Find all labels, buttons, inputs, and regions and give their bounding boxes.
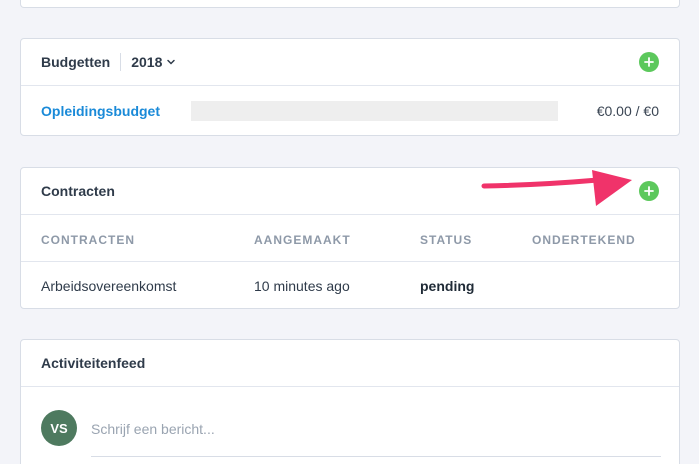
contract-created: 10 minutes ago: [254, 278, 350, 294]
previous-card: [20, 0, 680, 8]
feed-title: Activiteitenfeed: [41, 355, 146, 371]
budgets-card: Budgetten 2018 Opleidingsbudget €0.00 / …: [20, 38, 680, 136]
budget-progress-bar: [191, 101, 558, 121]
message-underline: [91, 456, 661, 457]
budgets-header: Budgetten 2018: [21, 39, 679, 86]
budget-row: Opleidingsbudget €0.00 / €0: [21, 86, 679, 136]
column-header-status[interactable]: STATUS: [420, 233, 472, 247]
plus-icon: [644, 57, 654, 67]
year-select[interactable]: 2018: [131, 54, 176, 70]
contracts-title: Contracten: [41, 183, 115, 199]
budgets-title: Budgetten: [41, 54, 111, 70]
contract-status: pending: [420, 278, 475, 294]
budget-name-link[interactable]: Opleidingsbudget: [41, 103, 191, 119]
column-header-created[interactable]: AANGEMAAKT: [254, 233, 351, 247]
year-value: 2018: [131, 54, 163, 70]
annotation-arrow-icon: [481, 170, 632, 206]
column-header-contracts[interactable]: CONTRACTEN: [41, 233, 135, 247]
budget-amount: €0.00 / €0: [596, 103, 659, 119]
plus-icon: [644, 186, 654, 196]
chevron-down-icon: [167, 59, 176, 65]
add-contract-button[interactable]: [639, 181, 659, 201]
header-divider: [120, 53, 122, 71]
column-header-signed[interactable]: ONDERTEKEND: [532, 233, 636, 247]
contract-name: Arbeidsovereenkomst: [41, 278, 177, 294]
add-budget-button[interactable]: [639, 52, 659, 72]
activity-feed-card: Activiteitenfeed VS: [20, 339, 680, 464]
feed-header: Activiteitenfeed: [21, 340, 679, 387]
contracts-table-header: CONTRACTEN AANGEMAAKT STATUS ONDERTEKEND: [21, 215, 679, 262]
message-input[interactable]: [91, 414, 661, 444]
table-row[interactable]: Arbeidsovereenkomst 10 minutes ago pendi…: [21, 262, 679, 309]
avatar: VS: [41, 410, 77, 446]
